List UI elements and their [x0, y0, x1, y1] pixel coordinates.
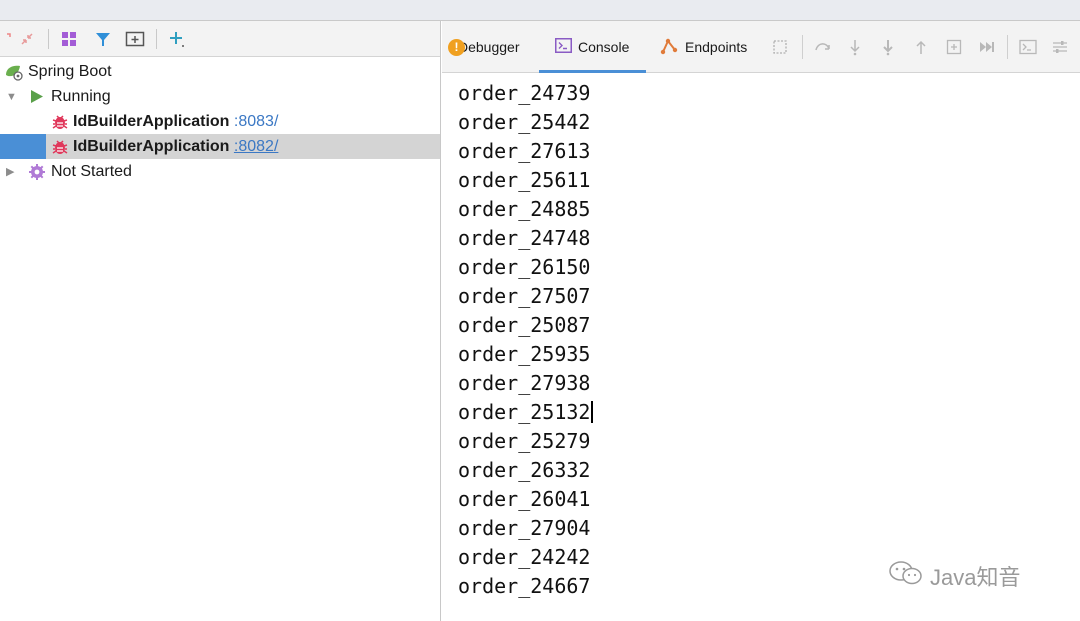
- console-line: order_25935: [458, 342, 591, 366]
- tree-node-label: Running: [51, 87, 111, 105]
- filter-icon[interactable]: [92, 28, 114, 50]
- terminal-icon[interactable]: [1018, 37, 1038, 57]
- selection-marker: [0, 134, 46, 159]
- console-line-with-caret: order_25132: [458, 398, 594, 427]
- run-console-panel: ! Debugger Console Endpoints order_24739…: [442, 21, 1080, 621]
- console-line: order_25087: [458, 313, 591, 337]
- step-out-icon[interactable]: [911, 37, 931, 57]
- tree-node-app-8082[interactable]: IdBuilderApplication :8082/: [0, 134, 440, 159]
- step-into-icon[interactable]: [845, 37, 865, 57]
- port-link[interactable]: :8082/: [234, 138, 278, 155]
- watermark: Java知音: [888, 560, 1020, 592]
- console-output[interactable]: order_24739 order_25442 order_27613 orde…: [442, 73, 1080, 621]
- app-name: IdBuilderApplication: [73, 137, 230, 155]
- tab-debugger[interactable]: ! Debugger: [448, 35, 520, 59]
- tree-node-label: Not Started: [51, 162, 132, 180]
- console-line: order_26150: [458, 255, 591, 279]
- tree-node-app-8083[interactable]: IdBuilderApplication :8083/: [0, 109, 440, 134]
- new-tab-icon[interactable]: [124, 28, 146, 50]
- console-line: order_27938: [458, 371, 591, 395]
- console-toolbar: ! Debugger Console Endpoints: [442, 21, 1080, 73]
- console-line: order_25442: [458, 110, 591, 134]
- endpoints-icon: [660, 37, 679, 58]
- add-service-icon[interactable]: [166, 28, 188, 50]
- console-line: order_25279: [458, 429, 591, 453]
- run-to-cursor-icon[interactable]: [944, 37, 964, 57]
- toolbar-separator: [1007, 35, 1008, 59]
- debug-bug-icon: [52, 114, 68, 135]
- toolbar-separator: [156, 29, 157, 49]
- step-over-icon[interactable]: [813, 37, 833, 57]
- tree-node-running[interactable]: ▼ Running: [0, 84, 440, 109]
- expand-all-icon[interactable]: [0, 28, 16, 50]
- group-by-icon[interactable]: [58, 28, 80, 50]
- debug-bug-icon: [52, 139, 68, 160]
- console-line: order_27507: [458, 284, 591, 308]
- tab-label: Debugger: [458, 39, 520, 55]
- settings-icon[interactable]: [1050, 37, 1070, 57]
- tab-label: Console: [578, 39, 630, 55]
- text-caret: [591, 401, 594, 423]
- chevron-down-icon[interactable]: ▼: [6, 91, 17, 103]
- warning-icon: !: [448, 38, 465, 56]
- console-line: order_26332: [458, 458, 591, 482]
- console-line: order_24739: [458, 81, 591, 105]
- toolbar-separator: [48, 29, 49, 49]
- console-icon: [555, 38, 572, 56]
- tree-node-label: Spring Boot: [28, 62, 112, 80]
- chevron-right-icon[interactable]: ▶: [6, 165, 14, 178]
- collapse-all-icon[interactable]: [16, 28, 38, 50]
- watermark-text: Java知音: [930, 565, 1021, 590]
- resume-icon[interactable]: [977, 37, 997, 57]
- toolbar-separator: [802, 35, 803, 59]
- spring-boot-icon: [4, 63, 24, 86]
- restore-layout-icon[interactable]: [770, 37, 790, 57]
- console-line-text: order_25132: [458, 400, 591, 424]
- console-line: order_27613: [458, 139, 591, 163]
- force-step-into-icon[interactable]: [878, 37, 898, 57]
- console-line: order_24242: [458, 545, 591, 569]
- console-line: order_24748: [458, 226, 591, 250]
- run-icon: [30, 89, 44, 109]
- tab-label: Endpoints: [685, 39, 748, 55]
- services-toolbar: [0, 21, 440, 57]
- tab-console[interactable]: Console: [555, 35, 629, 59]
- window-top-strip: [0, 0, 1080, 21]
- app-name: IdBuilderApplication: [73, 112, 230, 130]
- tree-node-spring-boot[interactable]: Spring Boot: [0, 59, 440, 84]
- tree-node-not-started[interactable]: ▶ Not Started: [0, 159, 440, 184]
- console-line: order_27904: [458, 516, 591, 540]
- wechat-icon: [888, 560, 924, 592]
- console-line: order_24667: [458, 574, 591, 598]
- port-link[interactable]: :8083/: [234, 113, 278, 130]
- console-line: order_26041: [458, 487, 591, 511]
- tab-endpoints[interactable]: Endpoints: [660, 35, 747, 59]
- console-line: order_24885: [458, 197, 591, 221]
- services-panel: Spring Boot ▼ Running IdBuilderApplicati…: [0, 21, 441, 621]
- gear-icon: [28, 163, 46, 186]
- console-line: order_25611: [458, 168, 591, 192]
